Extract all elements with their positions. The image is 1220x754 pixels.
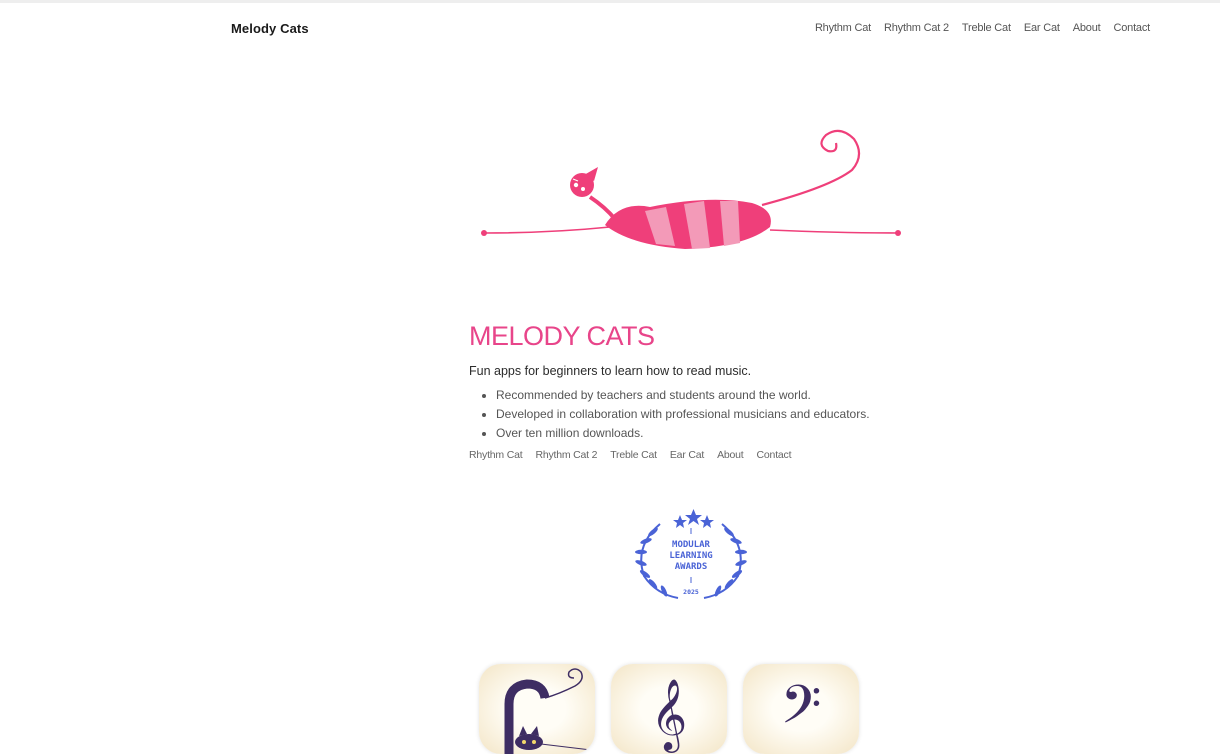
- bass-clef-icon: 𝄢: [780, 675, 822, 749]
- content-navigation: Rhythm Cat Rhythm Cat 2 Treble Cat Ear C…: [469, 449, 909, 461]
- award-line-1: MODULAR: [672, 540, 711, 550]
- star-icon: [685, 509, 702, 525]
- feature-item: Recommended by teachers and students aro…: [496, 388, 909, 403]
- nav-link-treble-cat[interactable]: Treble Cat: [962, 22, 1011, 34]
- content-link-treble-cat[interactable]: Treble Cat: [610, 449, 657, 461]
- award-year: 2025: [683, 588, 699, 596]
- rhythm-cat-icon: [504, 668, 592, 754]
- award-line-2: LEARNING: [669, 551, 712, 561]
- brand-logo-link[interactable]: Melody Cats: [231, 21, 309, 36]
- app-icon-row: 𝄞 𝄢: [479, 664, 859, 754]
- content-link-contact[interactable]: Contact: [757, 449, 792, 461]
- treble-clef-icon: 𝄞: [650, 677, 688, 750]
- star-icon: [700, 515, 714, 528]
- content-link-rhythm-cat[interactable]: Rhythm Cat: [469, 449, 523, 461]
- feature-item: Developed in collaboration with professi…: [496, 407, 909, 422]
- bass-cat-app-icon[interactable]: 𝄢: [743, 664, 859, 754]
- rhythm-cat-app-icon[interactable]: [479, 664, 595, 754]
- nav-link-rhythm-cat-2[interactable]: Rhythm Cat 2: [884, 22, 949, 34]
- star-icon: [673, 515, 687, 528]
- nav-link-rhythm-cat[interactable]: Rhythm Cat: [815, 22, 871, 34]
- content-link-about[interactable]: About: [717, 449, 744, 461]
- feature-item: Over ten million downloads.: [496, 426, 909, 441]
- page-title: MELODY CATS: [469, 321, 655, 351]
- content-link-rhythm-cat-2[interactable]: Rhythm Cat 2: [535, 449, 597, 461]
- award-badge: MODULAR LEARNING AWARDS 2025: [635, 509, 747, 599]
- top-border: [0, 0, 1220, 3]
- nav-link-about[interactable]: About: [1073, 22, 1101, 34]
- content-link-ear-cat[interactable]: Ear Cat: [670, 449, 704, 461]
- nav-link-contact[interactable]: Contact: [1113, 22, 1150, 34]
- feature-list: Recommended by teachers and students aro…: [469, 388, 909, 441]
- tagline: Fun apps for beginners to learn how to r…: [469, 364, 752, 378]
- treble-cat-app-icon[interactable]: 𝄞: [611, 664, 727, 754]
- nav-link-ear-cat[interactable]: Ear Cat: [1024, 22, 1060, 34]
- top-navigation: Rhythm Cat Rhythm Cat 2 Treble Cat Ear C…: [815, 22, 1150, 34]
- award-line-3: AWARDS: [675, 562, 708, 572]
- cat-illustration-icon: [481, 129, 901, 249]
- main-content: MELODY CATS Fun apps for beginners to le…: [469, 320, 909, 461]
